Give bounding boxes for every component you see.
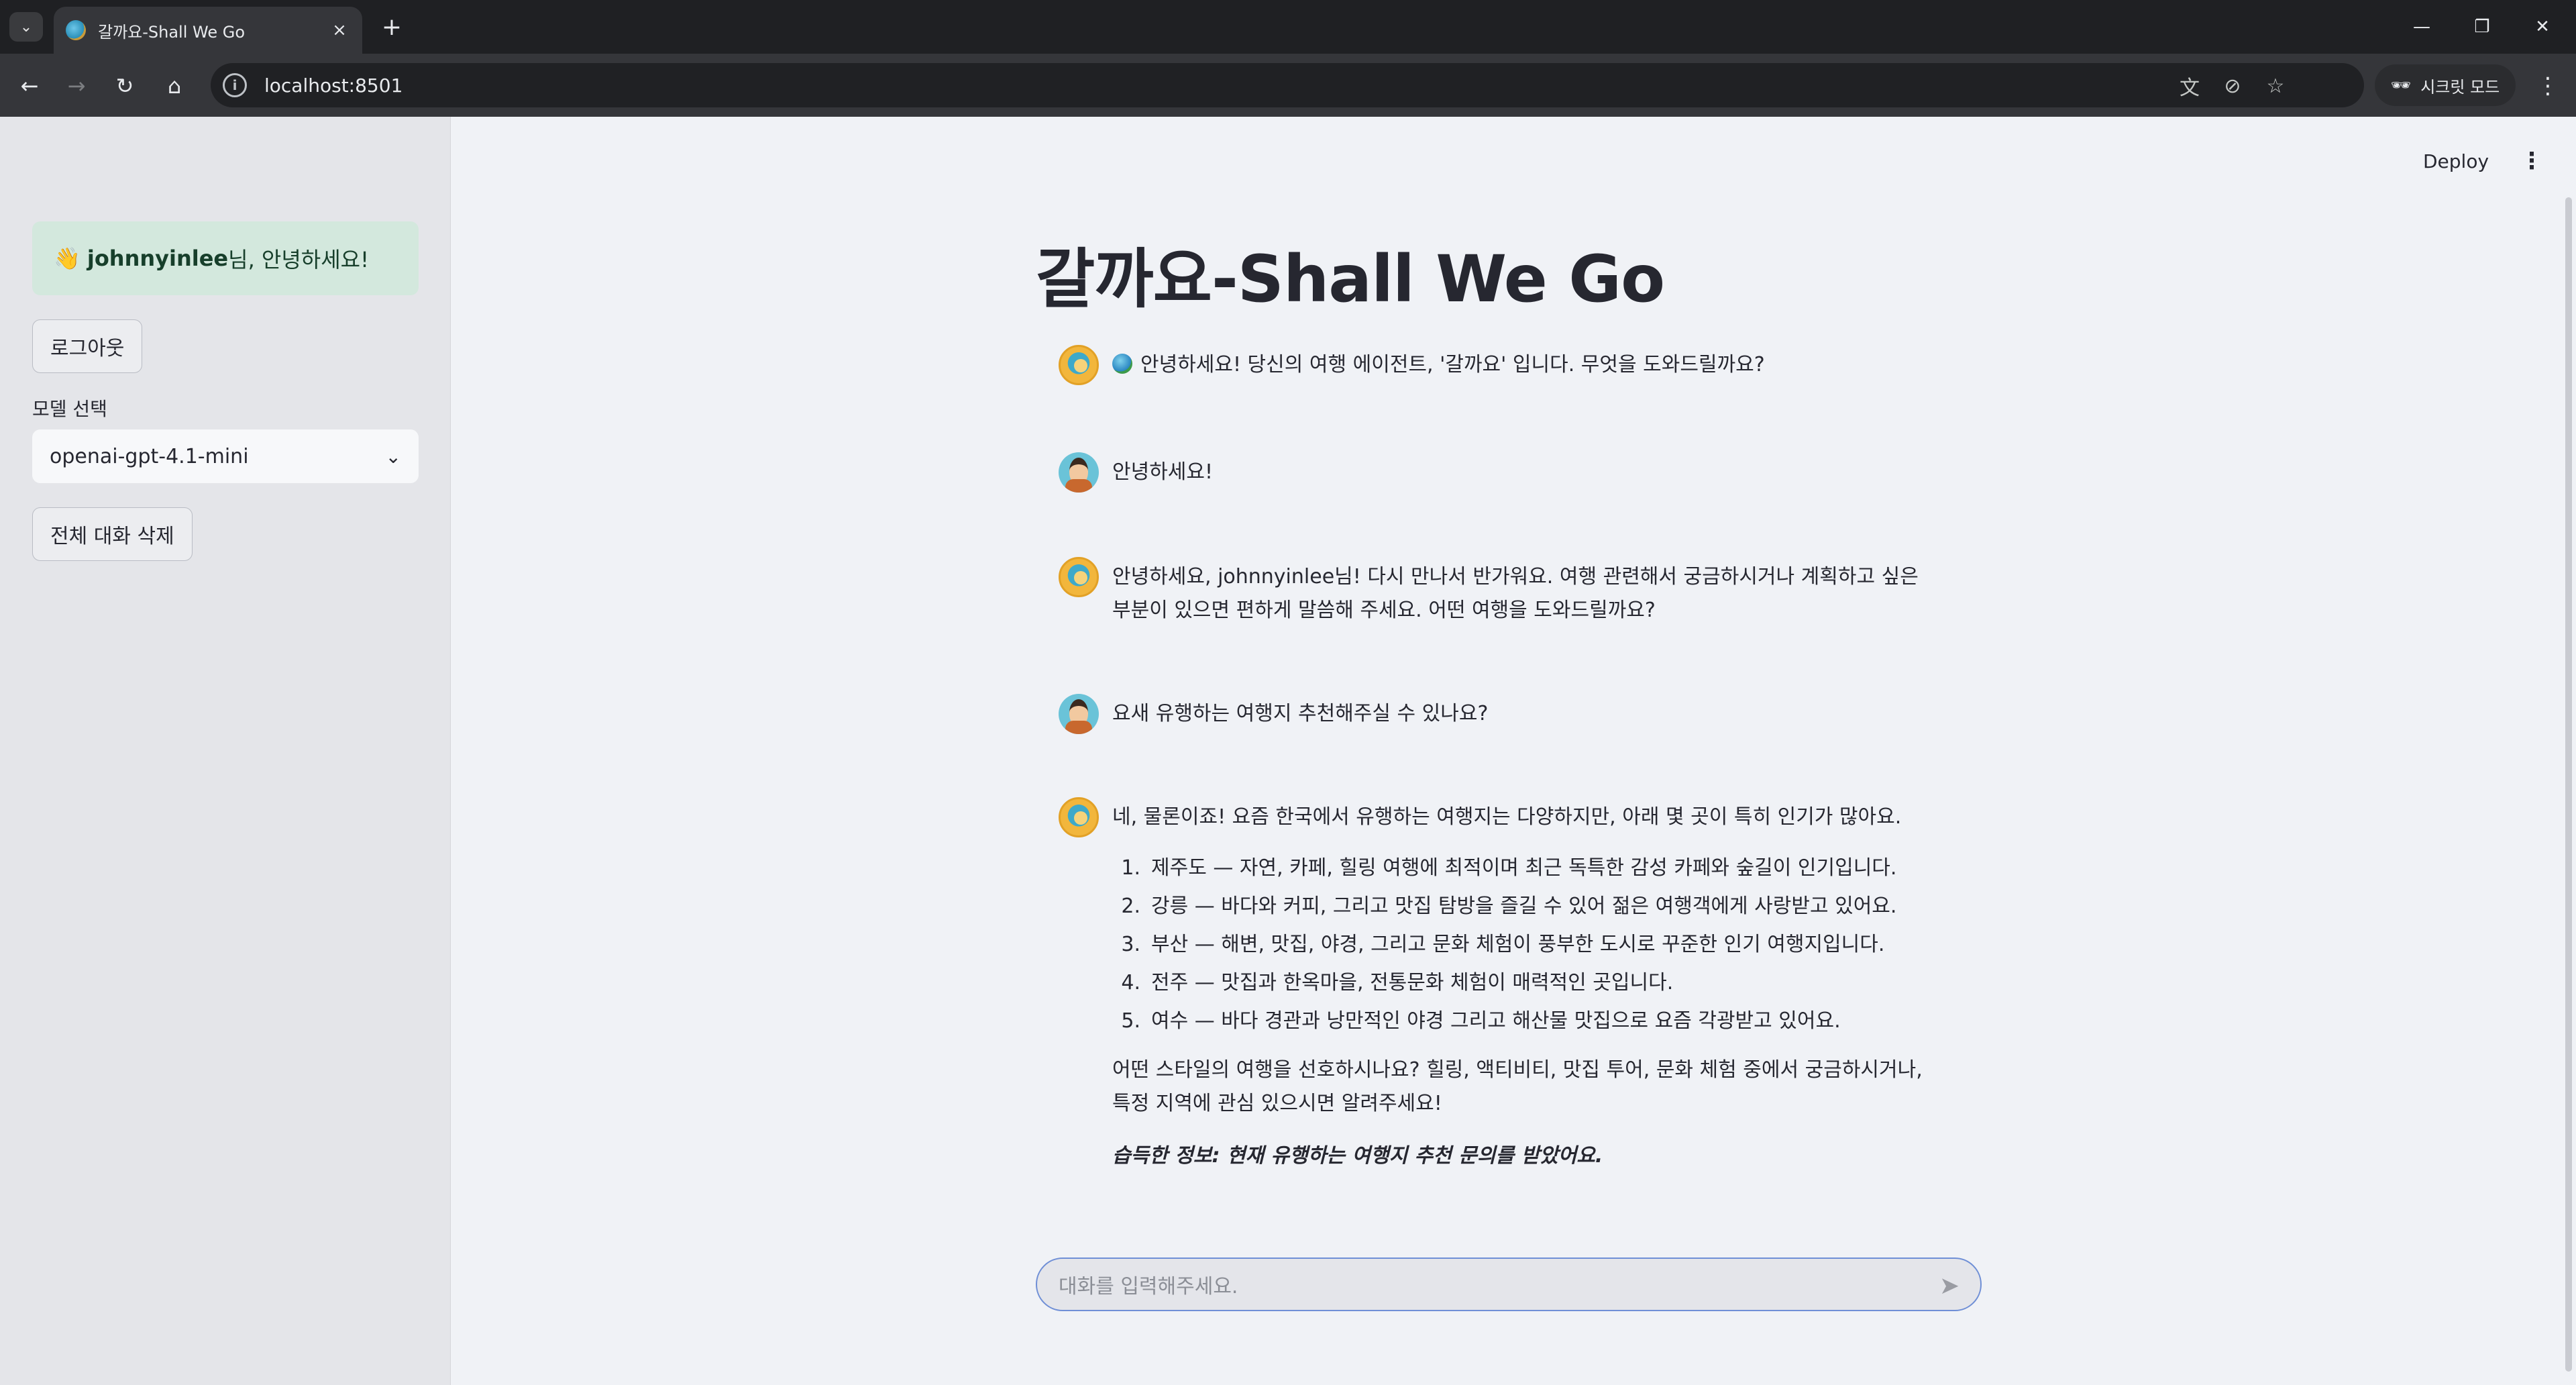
chat-message-user: 요새 유행하는 여행지 추천해주실 수 있나요?: [1059, 694, 1931, 734]
app-menu-icon[interactable]: ⋮: [2518, 144, 2545, 178]
incognito-indicator[interactable]: 🕶 시크릿 모드: [2375, 64, 2516, 106]
list-item: 1. 제주도 — 자연, 카페, 힐링 여행에 최적이며 최근 독특한 감성 카페…: [1121, 856, 1897, 880]
wave-icon: 👋: [54, 246, 80, 271]
chat-message-user: 안녕하세요!: [1059, 452, 1931, 493]
favicon-icon: [66, 20, 86, 40]
browser-tab[interactable]: 갈까요-Shall We Go ×: [54, 7, 362, 54]
chat-message-assistant: 네, 물론이죠! 요즘 한국에서 유행하는 여행지는 다양하지만, 아래 몇 곳…: [1059, 797, 1931, 1173]
tab-search-button[interactable]: ⌄: [9, 12, 43, 42]
learned-info: 습득한 정보: 현재 유행하는 여행지 추천 문의를 받았어요.: [1112, 1144, 1603, 1168]
bookmark-star-icon[interactable]: ☆: [2262, 72, 2289, 99]
message-text: 안녕하세요, johnnyinlee님! 다시 만나서 반가워요. 여행 관련해…: [1112, 565, 1919, 622]
sidebar: 👋 johnnyinlee 님, 안녕하세요! 로그아웃 모델 선택 opena…: [0, 117, 451, 1385]
message-text: 요새 유행하는 여행지 추천해주실 수 있나요?: [1112, 702, 1489, 725]
chat-message-assistant: 안녕하세요, johnnyinlee님! 다시 만나서 반가워요. 여행 관련해…: [1059, 557, 1931, 627]
logout-button[interactable]: 로그아웃: [32, 319, 143, 373]
scrollbar[interactable]: [2565, 197, 2572, 1372]
home-icon[interactable]: ⌂: [158, 70, 191, 102]
message-text: 안녕하세요!: [1112, 460, 1214, 484]
model-select[interactable]: openai-gpt-4.1-mini ⌄: [32, 429, 419, 483]
tracking-protection-icon[interactable]: ⊘: [2219, 72, 2246, 99]
address-bar[interactable]: i localhost:8501 文 ⊘ ☆: [211, 63, 2364, 107]
user-avatar: [1059, 452, 1099, 493]
reload-icon[interactable]: ↻: [109, 70, 141, 102]
translate-icon[interactable]: 文: [2176, 72, 2203, 100]
model-select-label: 모델 선택: [32, 398, 107, 420]
assistant-avatar: [1059, 345, 1099, 385]
globe-icon: [1112, 354, 1132, 374]
greeting-text: 님, 안녕하세요!: [228, 247, 369, 272]
list-item: 4. 전주 — 맛집과 한옥마을, 전통문화 체험이 매력적인 곳입니다.: [1121, 971, 1674, 994]
user-avatar: [1059, 694, 1099, 734]
minimize-icon[interactable]: —: [2395, 9, 2449, 44]
page-title: 갈까요-Shall We Go: [1036, 242, 1665, 317]
list-item: 5. 여수 — 바다 경관과 낭만적인 야경 그리고 해산물 맛집으로 요즘 각광…: [1121, 1009, 1841, 1033]
greeting-username: johnnyinlee: [87, 246, 229, 271]
list-item: 3. 부산 — 해변, 맛집, 야경, 그리고 문화 체험이 풍부한 도시로 꾸준…: [1121, 933, 1885, 956]
deploy-button[interactable]: Deploy: [2423, 150, 2489, 172]
browser-tab-bar: ⌄ 갈까요-Shall We Go × + — ❐ ✕: [0, 0, 2576, 54]
list-item: 2. 강릉 — 바다와 커피, 그리고 맛집 탐방을 즐길 수 있어 젊은 여행객…: [1121, 894, 1897, 918]
assistant-avatar: [1059, 557, 1099, 597]
url-text: localhost:8501: [264, 74, 403, 97]
browser-menu-icon[interactable]: ⋮: [2532, 70, 2564, 102]
incognito-icon: 🕶: [2390, 76, 2412, 95]
chat-input[interactable]: 대화를 입력해주세요. ➤: [1036, 1258, 1982, 1311]
incognito-label: 시크릿 모드: [2420, 77, 2500, 97]
message-intro: 네, 물론이죠! 요즘 한국에서 유행하는 여행지는 다양하지만, 아래 몇 곳…: [1112, 805, 1902, 829]
clear-chat-button[interactable]: 전체 대화 삭제: [32, 507, 193, 561]
forward-icon[interactable]: →: [60, 70, 93, 102]
greeting-banner: 👋 johnnyinlee 님, 안녕하세요!: [32, 221, 419, 295]
close-window-icon[interactable]: ✕: [2516, 9, 2569, 44]
chat-input-placeholder: 대화를 입력해주세요.: [1059, 1275, 1238, 1298]
send-icon[interactable]: ➤: [1935, 1271, 1964, 1300]
model-selected-value: openai-gpt-4.1-mini: [50, 444, 249, 468]
chevron-down-icon: ⌄: [385, 445, 401, 468]
message-followup: 어떤 스타일의 여행을 선호하시나요? 힐링, 액티비티, 맛집 투어, 문화 …: [1112, 1058, 1923, 1115]
tab-title: 갈까요-Shall We Go: [98, 22, 246, 42]
main-area: Deploy ⋮ 갈까요-Shall We Go 안녕하세요! 당신의 여행 에…: [451, 117, 2576, 1385]
back-icon[interactable]: ←: [13, 70, 46, 102]
close-tab-icon[interactable]: ×: [329, 19, 350, 41]
recommendation-list: 1. 제주도 — 자연, 카페, 힐링 여행에 최적이며 최근 독특한 감성 카페…: [1112, 849, 1931, 1040]
site-info-icon[interactable]: i: [223, 73, 247, 97]
restore-icon[interactable]: ❐: [2455, 9, 2509, 44]
message-text: 안녕하세요! 당신의 여행 에이전트, '갈까요' 입니다. 무엇을 도와드릴까…: [1140, 353, 1765, 376]
chat-message-assistant: 안녕하세요! 당신의 여행 에이전트, '갈까요' 입니다. 무엇을 도와드릴까…: [1059, 345, 1931, 385]
assistant-avatar: [1059, 797, 1099, 837]
browser-toolbar: ← → ↻ ⌂ i localhost:8501 文 ⊘ ☆ 🕶 시크릿 모드 …: [0, 54, 2576, 117]
new-tab-button[interactable]: +: [376, 12, 408, 42]
